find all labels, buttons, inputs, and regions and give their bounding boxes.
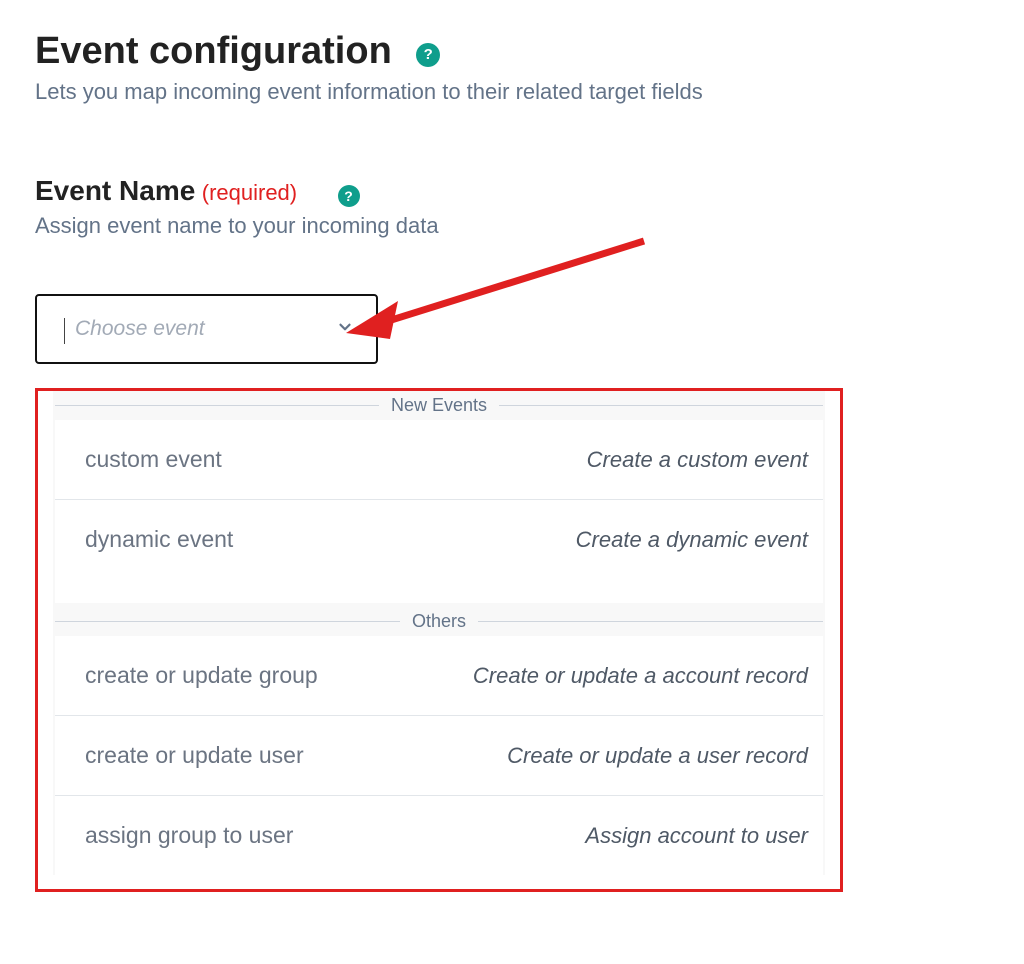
- divider: [55, 405, 379, 406]
- option-create-update-user[interactable]: create or update user Create or update a…: [55, 716, 823, 796]
- event-name-section: Event Name (required) ? Assign event nam…: [35, 175, 989, 364]
- event-dropdown-panel: New Events custom event Create a custom …: [35, 388, 843, 892]
- group-gap: [55, 579, 823, 603]
- group-list: create or update group Create or update …: [55, 636, 823, 875]
- option-name: custom event: [85, 446, 222, 473]
- page-subtitle: Lets you map incoming event information …: [35, 79, 989, 105]
- section-subtitle: Assign event name to your incoming data: [35, 213, 989, 239]
- option-name: create or update group: [85, 662, 318, 689]
- divider: [499, 405, 823, 406]
- option-desc: Assign account to user: [585, 823, 808, 849]
- option-create-update-group[interactable]: create or update group Create or update …: [55, 636, 823, 716]
- required-tag: (required): [202, 180, 297, 205]
- help-icon[interactable]: ?: [416, 43, 440, 67]
- page-title: Event configuration: [35, 30, 392, 73]
- page-header: Event configuration ? Lets you map incom…: [35, 30, 989, 105]
- option-custom-event[interactable]: custom event Create a custom event: [55, 420, 823, 500]
- option-dynamic-event[interactable]: dynamic event Create a dynamic event: [55, 500, 823, 579]
- divider: [478, 621, 823, 622]
- group-list: custom event Create a custom event dynam…: [55, 420, 823, 579]
- select-placeholder: Choose event: [65, 317, 205, 341]
- option-desc: Create or update a account record: [473, 663, 808, 689]
- group-label: Others: [400, 611, 478, 632]
- event-select[interactable]: Choose event: [35, 294, 378, 364]
- divider: [55, 621, 400, 622]
- option-desc: Create a dynamic event: [576, 527, 808, 553]
- chevron-down-icon: [336, 318, 354, 341]
- option-name: dynamic event: [85, 526, 233, 553]
- section-title: Event Name: [35, 175, 195, 206]
- group-label: New Events: [379, 395, 499, 416]
- option-desc: Create or update a user record: [507, 743, 808, 769]
- dropdown-inner: New Events custom event Create a custom …: [53, 391, 825, 875]
- group-header: New Events: [55, 391, 823, 420]
- option-desc: Create a custom event: [587, 447, 808, 473]
- option-name: create or update user: [85, 742, 304, 769]
- group-header: Others: [55, 603, 823, 636]
- text-cursor: [64, 318, 65, 344]
- option-assign-group-to-user[interactable]: assign group to user Assign account to u…: [55, 796, 823, 875]
- help-icon[interactable]: ?: [338, 185, 360, 207]
- option-name: assign group to user: [85, 822, 293, 849]
- section-heading-row: Event Name (required) ?: [35, 175, 989, 207]
